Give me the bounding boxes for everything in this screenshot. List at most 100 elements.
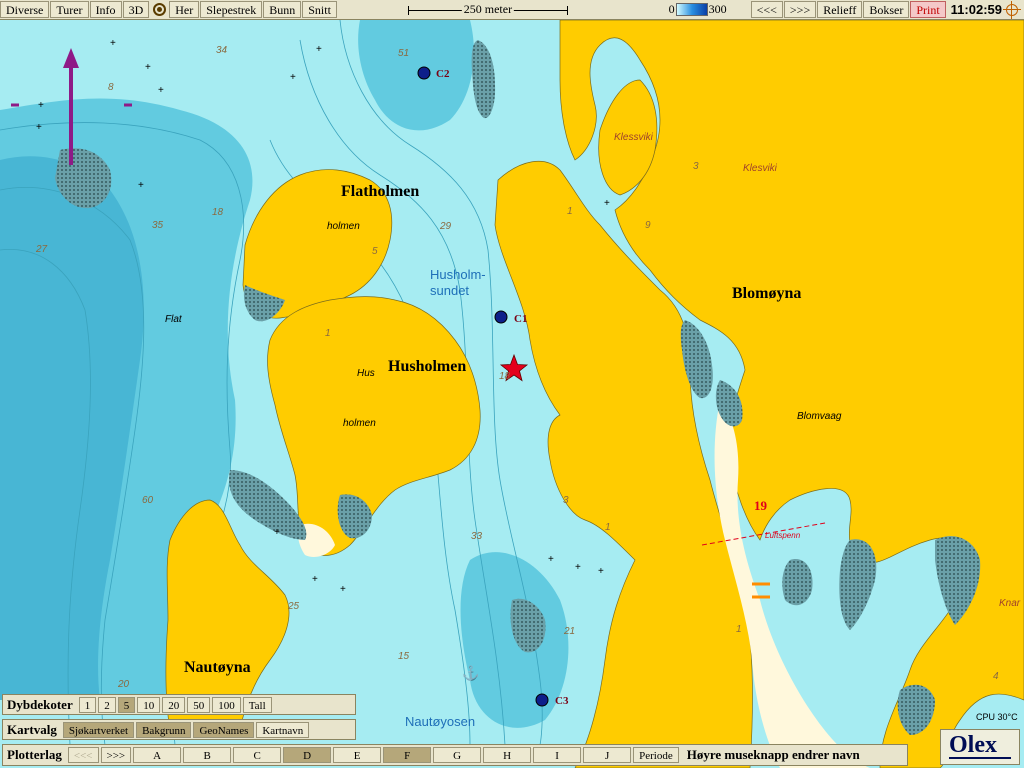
- kartvalg-title: Kartvalg: [7, 721, 57, 737]
- marker-c1-label: C1: [514, 313, 527, 325]
- place-name-blomoyna: Blomøyna: [732, 285, 801, 302]
- layer-e-button[interactable]: E: [333, 747, 382, 763]
- nav-next-button[interactable]: >>>: [783, 1, 817, 18]
- depth-1a: 1: [567, 206, 573, 217]
- layer-c-button[interactable]: C: [233, 747, 282, 763]
- layer-i-button[interactable]: I: [533, 747, 582, 763]
- layer-d-button[interactable]: D: [283, 747, 332, 763]
- scale-tick-right: [566, 6, 568, 15]
- depth-1b: 1: [325, 328, 331, 339]
- small-name-klessviki-a: Klessviki: [614, 132, 654, 143]
- water-name-husholmsundet-1: Husholm-: [430, 267, 486, 282]
- sun-icon[interactable]: [1003, 0, 1021, 19]
- dybdekoter-title: Dybdekoter: [7, 696, 73, 712]
- svg-text:+: +: [575, 562, 581, 573]
- scale-bar: 250 meter: [407, 1, 568, 18]
- depth-34: 34: [216, 45, 228, 56]
- depth-4: 4: [993, 671, 999, 682]
- nautical-chart[interactable]: +++ +++ +++ + ++ +++ ⚓ C1 C2 C3 Flatholme…: [0, 20, 1024, 768]
- svg-text:+: +: [598, 566, 604, 577]
- depth-1d: 1: [736, 624, 742, 635]
- scale-label: 250 meter: [461, 1, 515, 18]
- layer-h-button[interactable]: H: [483, 747, 532, 763]
- layer-f-button[interactable]: F: [383, 747, 432, 763]
- contour-20-button[interactable]: 20: [162, 696, 186, 713]
- layer-a-button[interactable]: A: [133, 747, 182, 763]
- contour-tall-button[interactable]: Tall: [242, 696, 272, 713]
- position-target-icon[interactable]: [153, 3, 167, 16]
- olex-logo-text: Olex: [949, 732, 997, 758]
- depth-18: 18: [212, 207, 224, 218]
- bokser-button[interactable]: Bokser: [863, 1, 910, 18]
- dybdekoter-panel: Dybdekoter 1 2 5 10 20 50 100 Tall: [2, 694, 356, 715]
- depth-5: 5: [372, 246, 378, 257]
- marker-c3-label: C3: [555, 695, 569, 707]
- depth-3a: 3: [693, 161, 699, 172]
- depth-27: 27: [35, 244, 48, 255]
- depth-18b: 18: [499, 371, 511, 382]
- depth-15: 15: [398, 651, 410, 662]
- small-name-holmen-b: holmen: [343, 418, 376, 429]
- depth-legend-min: 0: [668, 2, 675, 16]
- periode-button[interactable]: Periode: [633, 747, 679, 763]
- info-button[interactable]: Info: [89, 1, 122, 18]
- cpu-temperature: CPU 30°C: [976, 712, 1018, 722]
- svg-text:+: +: [312, 574, 318, 585]
- turer-button[interactable]: Turer: [50, 1, 89, 18]
- svg-text:+: +: [158, 85, 164, 96]
- 3d-button[interactable]: 3D: [122, 1, 150, 18]
- snitt-button[interactable]: Snitt: [302, 1, 337, 18]
- plotterlag-prev-button[interactable]: <<<: [67, 747, 99, 763]
- contour-5-button[interactable]: 5: [117, 696, 136, 713]
- map-geonames-button[interactable]: GeoNames: [193, 721, 255, 738]
- depth-51: 51: [398, 48, 409, 59]
- nav-prev-button[interactable]: <<<: [750, 1, 783, 18]
- depth-legend-max: 300: [708, 2, 727, 16]
- clock: 11:02:59: [950, 2, 1002, 17]
- bunn-button[interactable]: Bunn: [263, 1, 302, 18]
- depth-25: 25: [287, 601, 300, 612]
- diverse-button[interactable]: Diverse: [0, 1, 50, 18]
- her-button[interactable]: Her: [169, 1, 200, 18]
- scale-tick-left: [407, 6, 409, 15]
- relief-button[interactable]: Relieff: [817, 1, 863, 18]
- layer-b-button[interactable]: B: [183, 747, 232, 763]
- contour-50-button[interactable]: 50: [187, 696, 211, 713]
- map-sjokartverket-button[interactable]: Sjøkartverket: [62, 721, 135, 738]
- top-toolbar: Diverse Turer Info 3D Her Slepestrek Bun…: [0, 0, 1024, 20]
- contour-2-button[interactable]: 2: [98, 696, 116, 713]
- depth-color-legend: [675, 3, 708, 16]
- svg-text:+: +: [145, 62, 151, 73]
- map-bakgrunn-button[interactable]: Bakgrunn: [136, 721, 192, 738]
- svg-text:+: +: [274, 527, 280, 538]
- svg-text:+: +: [340, 584, 346, 595]
- depth-35: 35: [152, 220, 164, 231]
- layer-g-button[interactable]: G: [433, 747, 482, 763]
- plotterlag-next-button[interactable]: >>>: [100, 747, 132, 763]
- small-name-holmen-a: holmen: [327, 221, 360, 232]
- place-name-husholmen: Husholmen: [388, 358, 466, 375]
- svg-text:+: +: [604, 198, 610, 209]
- anchorage-icon: ⚓: [462, 665, 479, 682]
- contour-10-button[interactable]: 10: [137, 696, 161, 713]
- depth-1c: 1: [605, 522, 611, 533]
- svg-text:+: +: [36, 122, 42, 133]
- print-button[interactable]: Print: [910, 1, 946, 18]
- depth-8: 8: [108, 82, 114, 93]
- svg-text:+: +: [290, 72, 296, 83]
- marker-c2-label: C2: [436, 68, 450, 80]
- map-kartnavn-button[interactable]: Kartnavn: [256, 721, 310, 738]
- small-name-luftspenn: Luftspenn: [765, 531, 801, 540]
- svg-text:+: +: [548, 554, 554, 565]
- contour-100-button[interactable]: 100: [212, 696, 241, 713]
- contour-1-button[interactable]: 1: [78, 696, 97, 713]
- depth-9: 9: [645, 220, 651, 231]
- olex-logo[interactable]: Olex: [940, 729, 1020, 765]
- depth-29: 29: [439, 221, 452, 232]
- depth-33: 33: [471, 531, 483, 542]
- layer-j-button[interactable]: J: [583, 747, 632, 763]
- svg-text:+: +: [38, 100, 44, 111]
- plotterlag-title: Plotterlag: [7, 747, 62, 762]
- slepestrek-button[interactable]: Slepestrek: [200, 1, 263, 18]
- small-name-hus: Hus: [357, 368, 375, 379]
